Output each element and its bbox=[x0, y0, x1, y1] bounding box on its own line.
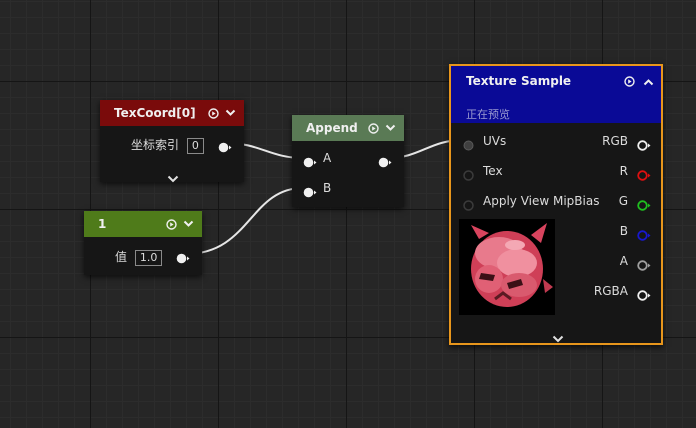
tex-input-label: Tex bbox=[483, 164, 503, 178]
constant-header[interactable]: 1 bbox=[84, 211, 202, 237]
append-input-b-pin[interactable] bbox=[303, 183, 317, 198]
g-output-label: G bbox=[618, 194, 628, 208]
constant-node[interactable]: 1 值 1.0 bbox=[84, 211, 202, 275]
texcoord-param-label: 坐标索引 bbox=[131, 138, 180, 152]
expand-chevron-icon[interactable] bbox=[552, 328, 564, 343]
constant-value-field[interactable]: 1.0 bbox=[134, 250, 163, 266]
rgba-output-label: RGBA bbox=[593, 284, 628, 298]
r-output-pin[interactable] bbox=[637, 166, 651, 181]
rgb-output-pin[interactable] bbox=[637, 136, 651, 151]
preview-play-icon[interactable] bbox=[208, 107, 219, 119]
preview-play-icon[interactable] bbox=[166, 218, 177, 230]
texcoord-param-row: 坐标索引 0 bbox=[131, 136, 204, 154]
constant-output-pin[interactable] bbox=[176, 249, 190, 264]
tex-input-pin[interactable] bbox=[463, 166, 474, 181]
rgba-output-pin[interactable] bbox=[637, 286, 651, 301]
constant-param-row: 值 1.0 bbox=[115, 248, 163, 266]
expand-chevron-icon[interactable] bbox=[167, 168, 179, 183]
chevron-down-icon[interactable] bbox=[183, 220, 194, 228]
append-input-a-label: A bbox=[323, 151, 332, 165]
wire-constant-to-append-b bbox=[185, 187, 304, 255]
append-input-a-pin[interactable] bbox=[303, 153, 317, 168]
uvs-input-pin[interactable] bbox=[463, 136, 474, 151]
append-input-b-label: B bbox=[323, 181, 332, 195]
texcoord-title: TexCoord[0] bbox=[114, 106, 196, 120]
texcoord-node[interactable]: TexCoord[0] 坐标索引 0 bbox=[100, 100, 244, 183]
a-output-pin[interactable] bbox=[637, 256, 651, 271]
append-output-pin[interactable] bbox=[378, 153, 392, 168]
preview-play-icon[interactable] bbox=[624, 76, 635, 87]
chevron-down-icon[interactable] bbox=[225, 109, 236, 117]
preview-play-icon[interactable] bbox=[368, 122, 379, 134]
texcoord-index-field[interactable]: 0 bbox=[186, 138, 204, 154]
texture-sample-title: Texture Sample bbox=[466, 74, 572, 88]
texcoord-header[interactable]: TexCoord[0] bbox=[100, 100, 244, 126]
texture-sample-subtitle: 正在预览 bbox=[466, 108, 510, 121]
texture-preview-thumbnail bbox=[459, 219, 555, 315]
b-output-pin[interactable] bbox=[637, 226, 651, 241]
append-title: Append bbox=[306, 121, 358, 135]
b-output-label: B bbox=[619, 224, 628, 238]
mipbias-input-pin[interactable] bbox=[463, 196, 474, 211]
texcoord-output-pin[interactable] bbox=[218, 138, 232, 153]
g-output-pin[interactable] bbox=[637, 196, 651, 211]
r-output-label: R bbox=[619, 164, 628, 178]
constant-param-label: 值 bbox=[115, 250, 128, 264]
constant-title: 1 bbox=[98, 217, 107, 231]
rgb-output-label: RGB bbox=[602, 134, 628, 148]
chevron-up-icon[interactable] bbox=[643, 78, 654, 86]
chevron-down-icon[interactable] bbox=[385, 124, 396, 132]
append-node[interactable]: Append A B bbox=[292, 115, 404, 207]
texture-sample-header[interactable]: Texture Sample 正在预览 bbox=[451, 66, 661, 123]
texture-sample-node[interactable]: Texture Sample 正在预览 UVs Tex Apply View M… bbox=[449, 64, 663, 345]
uvs-input-label: UVs bbox=[483, 134, 507, 148]
append-header[interactable]: Append bbox=[292, 115, 404, 141]
mipbias-input-label: Apply View MipBias bbox=[483, 194, 600, 208]
a-output-label: A bbox=[619, 254, 628, 268]
